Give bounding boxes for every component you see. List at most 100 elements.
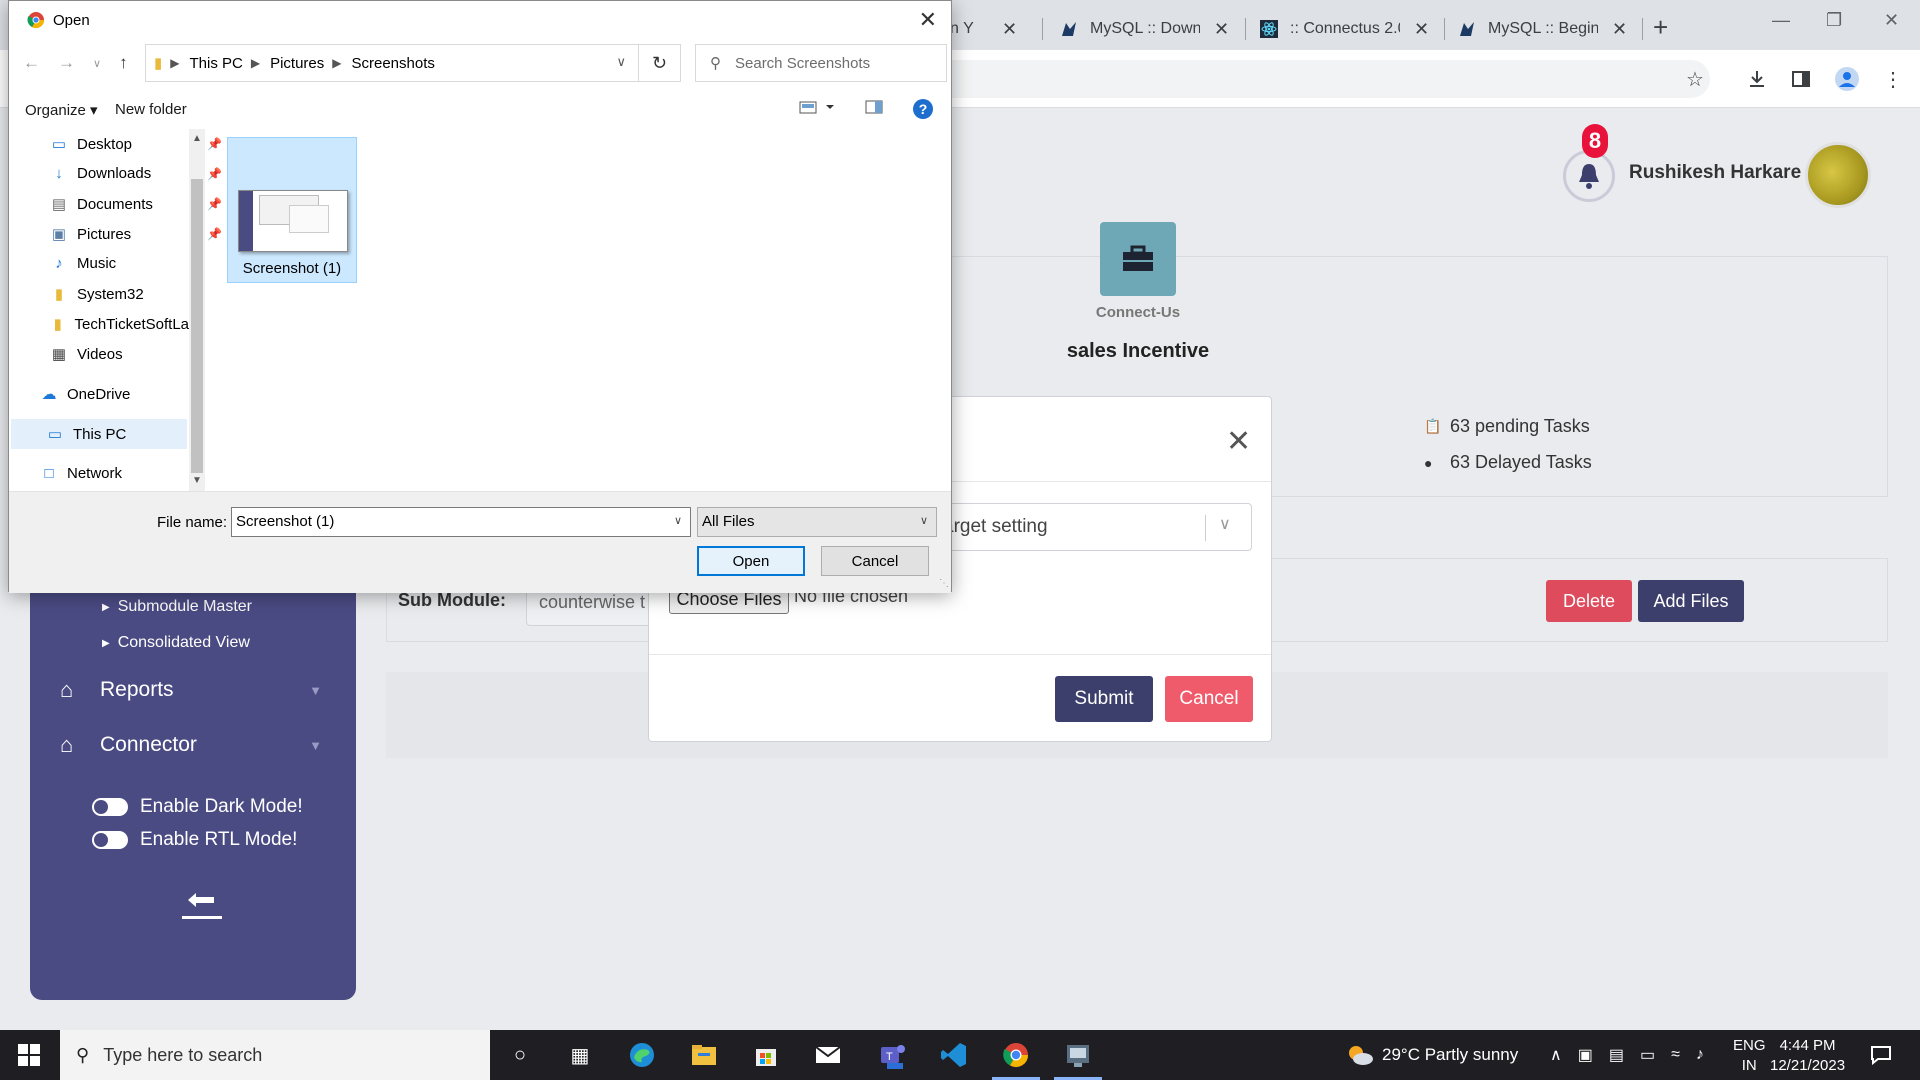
nav-item-documents[interactable]: ▤ Documents 📌 bbox=[49, 195, 222, 214]
browser-tab[interactable]: MySQL :: Begin Y ✕ bbox=[1458, 8, 1627, 50]
tab-close-icon[interactable]: ✕ bbox=[1414, 19, 1429, 40]
nav-item-downloads[interactable]: ↓ Downloads 📌 bbox=[49, 165, 222, 182]
nav-item-label: This PC bbox=[73, 425, 127, 443]
nav-item-this-pc[interactable]: ▭ This PC bbox=[45, 425, 127, 444]
cortana-icon[interactable]: ○ bbox=[502, 1038, 538, 1072]
sidebar-item-reports[interactable]: ⌂ Reports ▼ bbox=[60, 677, 322, 703]
bookmark-star-icon[interactable]: ☆ bbox=[1682, 66, 1708, 92]
address-bar[interactable] bbox=[940, 60, 1710, 98]
search-input[interactable]: ⚲ Search Screenshots bbox=[695, 44, 947, 82]
clock-time: 4:44 PM bbox=[1779, 1037, 1836, 1054]
tab-close-icon[interactable]: ✕ bbox=[1612, 19, 1627, 40]
dark-mode-toggle[interactable] bbox=[92, 798, 128, 816]
nav-item-pictures[interactable]: ▣ Pictures 📌 bbox=[49, 225, 222, 244]
chevron-down-icon[interactable]: ∨ bbox=[674, 514, 682, 527]
nav-scrollbar[interactable]: ▲ ▼ bbox=[189, 129, 205, 491]
dialog-close-icon[interactable]: ✕ bbox=[919, 7, 937, 33]
notification-bell[interactable] bbox=[1563, 150, 1615, 202]
profile-icon[interactable] bbox=[1834, 66, 1860, 92]
user-name[interactable]: Rushikesh Harkare bbox=[1629, 162, 1801, 184]
scrollbar-thumb[interactable] bbox=[191, 179, 203, 473]
submit-button[interactable]: Submit bbox=[1055, 676, 1153, 722]
vscode-icon[interactable] bbox=[936, 1038, 972, 1072]
system-clock[interactable]: 4:44 PM 12/21/2023 bbox=[1770, 1036, 1845, 1076]
windows-start-icon[interactable] bbox=[18, 1044, 40, 1066]
file-name-input[interactable]: Screenshot (1) ∨ bbox=[231, 507, 691, 537]
new-folder-button[interactable]: New folder bbox=[115, 101, 187, 118]
nav-item-videos[interactable]: ▦ Videos bbox=[49, 345, 123, 364]
chrome-menu-icon[interactable]: ⋮ bbox=[1880, 66, 1906, 92]
delete-button[interactable]: Delete bbox=[1546, 580, 1632, 622]
help-icon[interactable]: ? bbox=[913, 99, 933, 119]
chevron-down-icon[interactable]: ∨ bbox=[616, 54, 626, 70]
nav-item-desktop[interactable]: ▭ Desktop 📌 bbox=[49, 135, 222, 154]
collapse-sidebar-icon[interactable] bbox=[180, 888, 224, 924]
chrome-icon bbox=[27, 11, 45, 29]
back-arrow-icon[interactable]: ← bbox=[23, 53, 40, 73]
category-select[interactable]: arget setting ∨ bbox=[940, 503, 1252, 551]
preview-pane-icon[interactable] bbox=[865, 99, 883, 119]
nav-item-techticketsoftla[interactable]: ▮ TechTicketSoftLa bbox=[49, 315, 189, 334]
edge-icon[interactable] bbox=[624, 1038, 660, 1072]
minimize-icon[interactable]: — bbox=[1772, 10, 1790, 31]
nav-item-system32[interactable]: ▮ System32 bbox=[49, 285, 144, 304]
nav-item-network[interactable]: □ Network bbox=[39, 465, 122, 482]
download-icon[interactable] bbox=[1744, 66, 1770, 92]
wifi-icon[interactable]: ≈ bbox=[1671, 1046, 1680, 1064]
react-icon bbox=[1260, 20, 1278, 38]
view-options-icon[interactable] bbox=[799, 99, 835, 119]
file-explorer-icon[interactable] bbox=[686, 1038, 722, 1072]
tab-close-icon[interactable]: ✕ bbox=[1214, 19, 1229, 40]
tab-close-icon[interactable]: ✕ bbox=[1002, 19, 1017, 40]
mysql-workbench-icon[interactable] bbox=[1060, 1038, 1096, 1072]
refresh-icon[interactable]: ↻ bbox=[639, 44, 681, 82]
volume-icon[interactable]: ♪ bbox=[1696, 1046, 1704, 1064]
battery-icon[interactable]: ▭ bbox=[1640, 1045, 1655, 1065]
window-close-icon[interactable]: ✕ bbox=[1884, 10, 1899, 31]
avatar[interactable] bbox=[1805, 142, 1871, 208]
browser-tab[interactable]: :: Connectus 2.0 ✕ bbox=[1260, 8, 1429, 50]
scroll-up-icon[interactable]: ▲ bbox=[192, 133, 202, 144]
taskbar-search-input[interactable]: ⚲ Type here to search bbox=[60, 1030, 490, 1080]
open-button[interactable]: Open bbox=[697, 546, 805, 576]
chrome-icon[interactable] bbox=[998, 1038, 1034, 1072]
mail-icon[interactable] bbox=[810, 1038, 846, 1072]
weather-widget[interactable]: 29°C Partly sunny bbox=[1346, 1030, 1518, 1080]
up-arrow-icon[interactable]: ↑ bbox=[119, 53, 128, 73]
address-breadcrumb[interactable]: ▮ ▶ This PC ▶ Pictures ▶ Screenshots ∨ bbox=[145, 44, 639, 82]
rtl-mode-toggle[interactable] bbox=[92, 831, 128, 849]
breadcrumb-this-pc[interactable]: This PC bbox=[190, 55, 243, 72]
sidebar-item-consolidated-view[interactable]: ▶ Consolidated View bbox=[102, 634, 250, 652]
file-type-select[interactable]: All Files ∨ bbox=[697, 507, 937, 537]
scroll-down-icon[interactable]: ▼ bbox=[192, 475, 202, 486]
chevron-down-icon[interactable]: ∨ bbox=[93, 57, 101, 73]
nav-item-music[interactable]: ♪ Music bbox=[49, 255, 116, 272]
sidebar-item-submodule-master[interactable]: ▶ Submodule Master bbox=[102, 598, 252, 616]
dialog-cancel-button[interactable]: Cancel bbox=[821, 546, 929, 576]
notification-center-icon[interactable] bbox=[1870, 1030, 1892, 1080]
organize-menu[interactable]: Organize ▾ bbox=[25, 101, 98, 119]
nav-item-onedrive[interactable]: ☁ OneDrive bbox=[39, 385, 131, 404]
module-icon-tile[interactable] bbox=[1100, 222, 1176, 296]
meet-now-icon[interactable]: ▣ bbox=[1578, 1045, 1593, 1065]
sidebar-item-connector[interactable]: ⌂ Connector ▼ bbox=[60, 732, 322, 758]
side-panel-icon[interactable] bbox=[1788, 66, 1814, 92]
notification-badge: 8 bbox=[1582, 124, 1608, 158]
chevron-up-icon[interactable]: ∧ bbox=[1550, 1045, 1562, 1065]
cancel-button[interactable]: Cancel bbox=[1165, 676, 1253, 722]
task-view-icon[interactable]: ▦ bbox=[562, 1038, 598, 1072]
display-icon[interactable]: ▤ bbox=[1609, 1045, 1624, 1065]
microsoft-store-icon[interactable] bbox=[748, 1038, 784, 1072]
add-files-button[interactable]: Add Files bbox=[1638, 580, 1744, 622]
resize-grip-icon[interactable]: ⋱ bbox=[939, 578, 949, 589]
browser-tab[interactable]: MySQL :: Downlo ✕ bbox=[1060, 8, 1229, 50]
new-tab-button[interactable]: + bbox=[1653, 12, 1668, 43]
breadcrumb-screenshots[interactable]: Screenshots bbox=[352, 55, 435, 72]
language-indicator[interactable]: ENG IN bbox=[1733, 1036, 1766, 1076]
restore-icon[interactable]: ❐ bbox=[1826, 10, 1842, 31]
teams-icon[interactable]: T bbox=[874, 1038, 910, 1072]
close-icon[interactable]: ✕ bbox=[1226, 424, 1251, 459]
file-item-screenshot[interactable]: Screenshot (1) bbox=[227, 137, 357, 283]
forward-arrow-icon[interactable]: → bbox=[58, 53, 75, 73]
breadcrumb-pictures[interactable]: Pictures bbox=[270, 55, 324, 72]
